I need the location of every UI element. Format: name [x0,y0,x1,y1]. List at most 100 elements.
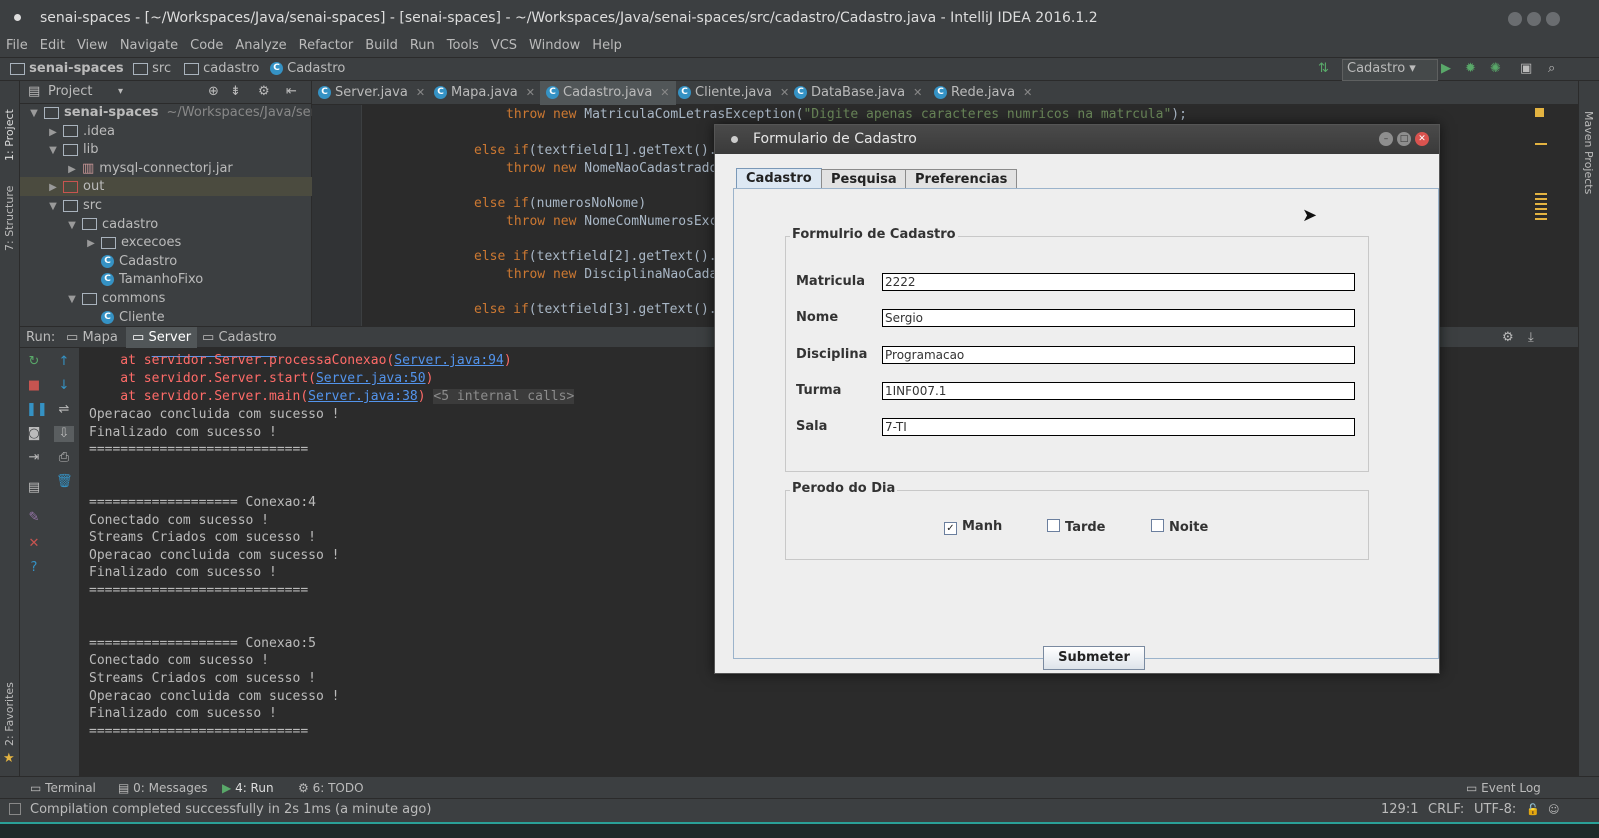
menu-view[interactable]: View [77,35,108,57]
lock-icon[interactable]: 🔓 [1526,803,1540,816]
menu-vcs[interactable]: VCS [491,35,517,57]
hide-panel-icon[interactable]: ⤓ [1522,327,1540,349]
field-input-disciplina[interactable]: Programacao [882,345,1355,364]
chevron-right-icon[interactable]: ▶ [47,123,59,142]
checkbox-unchecked-icon[interactable] [1047,519,1060,532]
project-structure-icon[interactable]: ▣ [1520,61,1532,76]
layout-icon[interactable]: ▤ [26,480,42,496]
build-icon[interactable]: ⇅ [1318,61,1329,76]
folded-calls[interactable]: <5 internal calls> [433,389,575,404]
tree-item[interactable]: ▼ src [47,196,102,215]
chevron-down-icon[interactable]: ▼ [66,216,78,235]
close-tab-icon[interactable]: ✕ [416,86,425,99]
debug-icon[interactable]: ✹ [1465,61,1476,76]
tree-item[interactable]: C TamanhoFixo [85,270,203,289]
field-input-nome[interactable]: Sergio [882,309,1355,328]
caret-position[interactable]: 129:1 [1381,802,1418,817]
tool-window-run[interactable]: ▶ 4: Run [222,777,274,799]
checkbox-checked-icon[interactable]: ✓ [944,522,957,535]
help-icon[interactable]: ? [26,560,42,576]
tab-preferencias[interactable]: Preferencias [905,169,1018,190]
menu-refactor[interactable]: Refactor [299,35,354,57]
project-view-select[interactable]: Project [48,81,92,103]
tree-item[interactable]: ▼ senai-spaces ~/Workspaces/Java/senai [28,103,330,122]
file-encoding[interactable]: UTF-8: [1474,802,1516,817]
tree-item[interactable]: C Cadastro [85,252,177,271]
toggle-tool-windows-icon[interactable] [9,803,21,815]
run-tab-mapa[interactable]: ▭ Mapa [60,327,124,349]
error-stripe[interactable] [1535,193,1547,223]
breadcrumb-project[interactable]: senai-spaces [10,61,124,76]
editor-tab[interactable]: C Rede.java ✕ [928,81,1038,105]
run-icon[interactable]: ▶ [1441,61,1451,76]
scroll-to-end-icon[interactable]: ⇩ [54,426,74,442]
menu-code[interactable]: Code [190,35,223,57]
maximize-icon[interactable] [1527,12,1541,26]
arrow-up-icon[interactable]: ↑ [56,354,72,370]
chevron-down-icon[interactable]: ▼ [47,197,59,216]
line-separator[interactable]: CRLF: [1428,802,1464,817]
chevron-right-icon[interactable]: ▶ [66,160,78,179]
tree-item[interactable]: ▼ commons [66,289,165,308]
run-tab-cadastro[interactable]: ▭ Cadastro [196,327,283,349]
tool-window-structure[interactable]: 7: Structure [3,186,16,251]
maximize-icon[interactable]: □ [1397,132,1411,146]
chevron-down-icon[interactable]: ▾ [118,81,123,103]
tree-item[interactable]: ▶ .idea [47,122,115,141]
close-tab-icon[interactable]: ✕ [1023,86,1032,99]
menu-window[interactable]: Window [529,35,580,57]
breadcrumb-src[interactable]: src [133,61,171,76]
tree-item[interactable]: ▶ ▥ mysql-connectorj.jar [66,159,233,178]
chevron-down-icon[interactable]: ▼ [28,104,40,123]
pin-icon[interactable]: ✎ [26,510,42,526]
menu-file[interactable]: File [6,35,28,57]
print-icon[interactable]: ⎙ [56,450,72,466]
chevron-right-icon[interactable]: ▶ [47,178,59,197]
menu-analyze[interactable]: Analyze [235,35,286,57]
minimize-icon[interactable] [1508,12,1522,26]
stop-icon[interactable]: ■ [26,378,42,394]
event-log-button[interactable]: ▭ Event Log [1466,777,1541,799]
tool-window-project[interactable]: 1: Project [3,109,16,161]
chevron-down-icon[interactable]: ▼ [66,290,78,309]
tool-window-terminal[interactable]: ▭ Terminal [30,777,96,799]
source-link[interactable]: Server.java:38 [308,389,418,404]
collapse-all-icon[interactable]: ⇟ [230,81,241,103]
tree-item[interactable]: ▶ excecoes [85,233,181,252]
close-tab-icon[interactable]: ✕ [526,86,535,99]
editor-tab[interactable]: C Cliente.java ✕ [672,81,795,105]
menu-navigate[interactable]: Navigate [120,35,178,57]
warning-marker-icon[interactable] [1535,108,1544,117]
coverage-icon[interactable]: ✺ [1490,61,1501,76]
tool-window-favorites[interactable]: 2: Favorites [3,682,16,746]
tool-window-messages[interactable]: ▤ 0: Messages [118,777,208,799]
error-stripe[interactable] [1535,143,1547,145]
breadcrumb-package[interactable]: cadastro [184,61,259,76]
chevron-right-icon[interactable]: ▶ [85,234,97,253]
close-icon[interactable]: ✕ [1415,132,1429,146]
rerun-icon[interactable]: ↻ [26,354,42,370]
editor-tab[interactable]: C DataBase.java ✕ [788,81,928,105]
app-menu-icon[interactable] [14,14,21,21]
dialog-menu-icon[interactable] [731,136,738,143]
tab-pesquisa[interactable]: Pesquisa [821,169,907,190]
menu-edit[interactable]: Edit [40,35,65,57]
run-tab-server[interactable]: ▭ Server [126,327,198,349]
close-icon[interactable]: ✕ [26,536,42,552]
search-icon[interactable]: ⌕ [1548,61,1555,76]
gear-icon[interactable]: ⚙ [1496,327,1520,349]
submit-button[interactable]: Submeter [1043,646,1145,670]
checkbox-unchecked-icon[interactable] [1151,519,1164,532]
tree-item[interactable]: ▶ out [20,177,333,197]
gear-icon[interactable]: ⚙ [258,81,270,103]
tree-item[interactable]: ▼ lib [47,140,98,159]
checkbox-2[interactable]: Noite [1151,519,1208,535]
tool-window-todo[interactable]: ⚙ 6: TODO [298,777,364,799]
close-tab-icon[interactable]: ✕ [913,86,922,99]
tree-item[interactable]: C Cliente [85,308,165,327]
checkbox-1[interactable]: Tarde [1047,519,1106,535]
exit-icon[interactable]: ⇥ [26,450,42,466]
checkbox-0[interactable]: ✓ Manh [944,519,1002,535]
scroll-from-source-icon[interactable]: ⊕ [208,81,219,103]
editor-tab[interactable]: C Server.java ✕ [312,81,431,105]
